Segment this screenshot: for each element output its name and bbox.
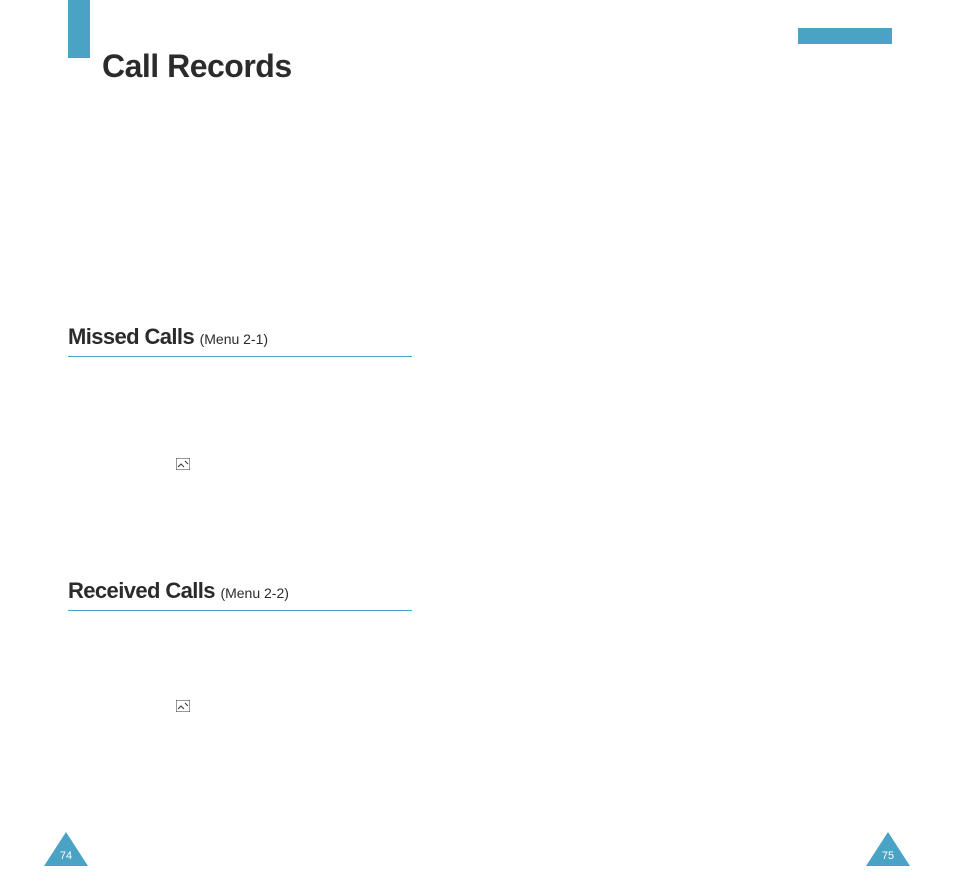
heading-missed-menu: (Menu 2-1) [200, 331, 268, 347]
page-number-right: 75 [866, 850, 910, 862]
heading-received-label: Received Calls [68, 578, 215, 603]
heading-received-calls: Received Calls (Menu 2-2) [68, 578, 412, 611]
header-bar-icon [798, 28, 892, 44]
page-number-left: 74 [44, 850, 88, 862]
heading-missed-label: Missed Calls [68, 324, 194, 349]
section-received-calls: Received Calls (Menu 2-2) [68, 578, 412, 611]
phone-edit-icon [176, 458, 190, 472]
page-right: Dialled Calls (Menu 2-3) Call Times (Men… [477, 0, 954, 874]
page-title: Call Records [102, 48, 292, 85]
header-tab-icon [68, 0, 90, 58]
page-left: Call Records Missed Calls (Menu 2-1) Rec… [0, 0, 477, 874]
section-missed-calls: Missed Calls (Menu 2-1) [68, 324, 412, 357]
heading-received-menu: (Menu 2-2) [220, 585, 288, 601]
phone-edit-icon [176, 700, 190, 714]
heading-missed-calls: Missed Calls (Menu 2-1) [68, 324, 412, 357]
